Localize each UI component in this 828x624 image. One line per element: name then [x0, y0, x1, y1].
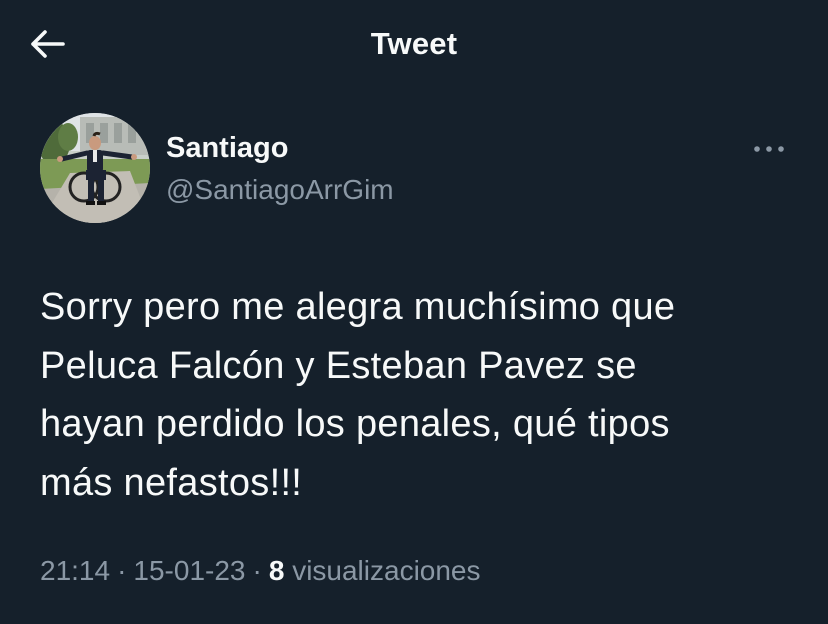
views-count[interactable]: 8	[269, 555, 285, 586]
profile-photo	[40, 113, 150, 223]
views-label[interactable]: visualizaciones	[292, 555, 480, 586]
page-title: Tweet	[370, 26, 458, 61]
tweet-text: Sorry pero me alegra muchísimo que Peluc…	[40, 278, 800, 512]
tweet-time[interactable]: 21:14	[40, 555, 110, 586]
tweet-text-line: Sorry pero me alegra muchísimo que	[40, 286, 676, 328]
separator: ·	[117, 555, 127, 586]
more-horizontal-icon	[754, 146, 784, 152]
tweet-text-line: hayan perdido los penales, qué tipos	[40, 403, 670, 445]
tweet-detail-screen: Tweet Santiago @SantiagoArrGim Sorry per…	[0, 0, 828, 624]
avatar[interactable]	[40, 113, 150, 223]
separator: ·	[252, 555, 262, 586]
author-name[interactable]: Santiago	[166, 132, 288, 165]
more-options-button[interactable]	[748, 136, 790, 162]
top-bar: Tweet	[0, 0, 828, 90]
tweet-metadata: 21:14 · 15-01-23 · 8 visualizaciones	[40, 555, 481, 587]
tweet-text-line: Peluca Falcón y Esteban Pavez se	[40, 344, 637, 387]
tweet-text-line: más nefastos!!!	[40, 461, 303, 504]
tweet-date[interactable]: 15-01-23	[133, 555, 245, 586]
author-handle[interactable]: @SantiagoArrGim	[166, 174, 394, 206]
